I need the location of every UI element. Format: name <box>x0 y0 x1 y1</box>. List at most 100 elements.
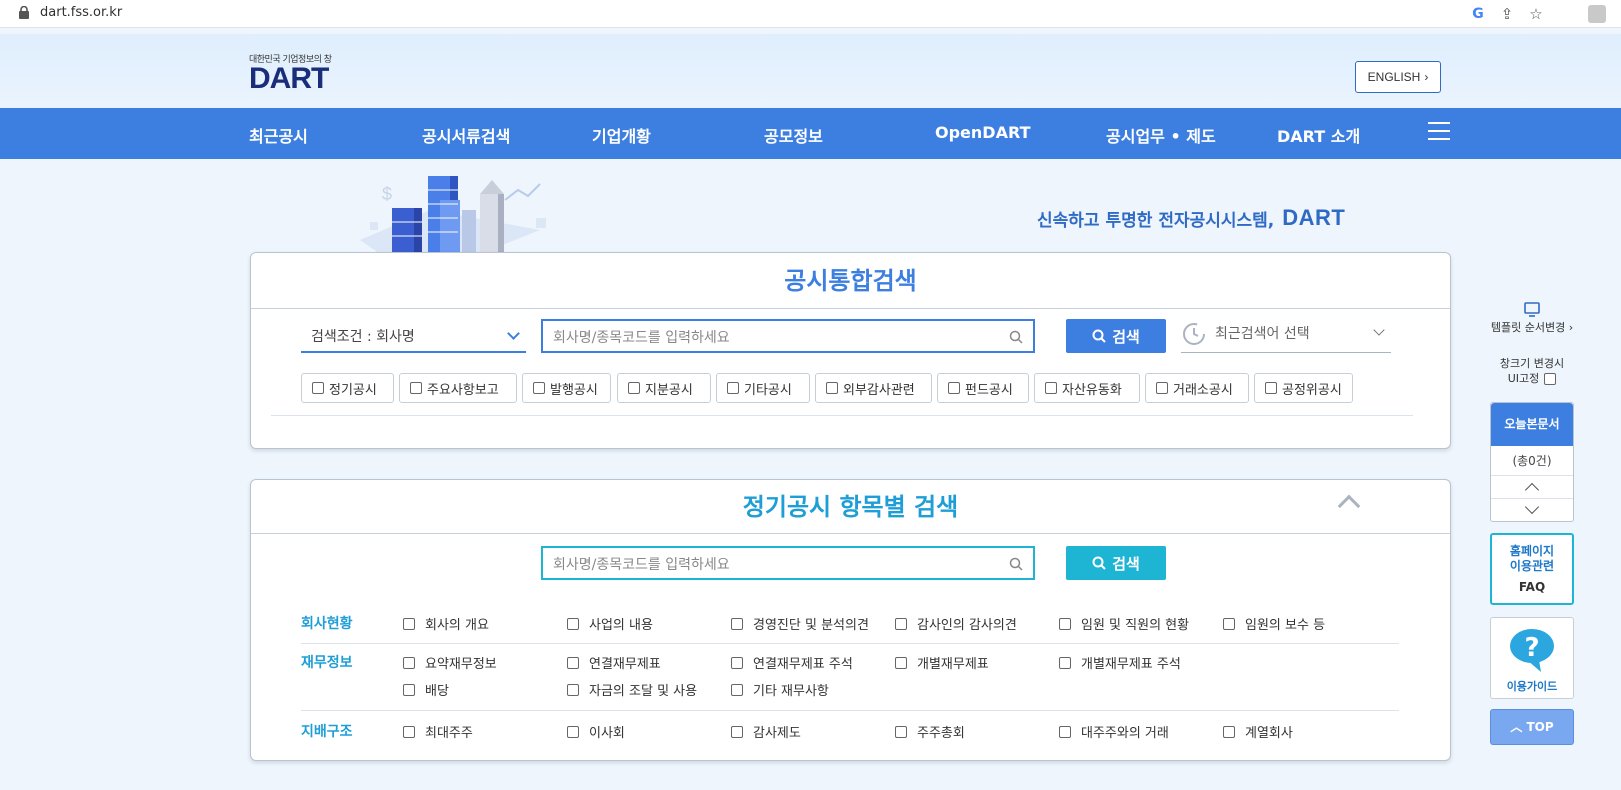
option-item[interactable]: 경영진단 및 분석의견 <box>731 614 869 633</box>
checkbox[interactable] <box>1223 617 1235 630</box>
checkbox[interactable] <box>731 617 743 630</box>
nav-item-disclosure-system[interactable]: 공시업무 • 제도 <box>1106 123 1216 147</box>
option-item[interactable]: 감사제도 <box>731 722 801 741</box>
option-item[interactable]: 요약재무정보 <box>403 653 497 672</box>
nav-item-doc-search[interactable]: 공시서류검색 <box>422 123 510 147</box>
filter-major-report[interactable]: 주요사항보고 <box>399 373 517 403</box>
option-item[interactable]: 임원 및 직원의 현황 <box>1059 614 1189 633</box>
checkbox[interactable] <box>826 382 838 394</box>
checkbox[interactable] <box>567 617 579 630</box>
checkbox[interactable] <box>895 656 907 669</box>
checkbox[interactable] <box>1265 382 1277 394</box>
svg-text:?: ? <box>1524 633 1539 663</box>
scroll-down-button[interactable] <box>1491 499 1573 522</box>
checkbox[interactable] <box>567 725 579 738</box>
option-item[interactable]: 개별재무제표 주석 <box>1059 653 1181 672</box>
group-governance: 지배구조 최대주주 이사회 감사제도 주주총회 대주주와의 거래 계열회사 <box>301 721 1401 745</box>
regular-search-button[interactable]: 검색 <box>1066 546 1166 580</box>
checkbox[interactable] <box>948 382 960 394</box>
checkbox[interactable] <box>895 617 907 630</box>
checkbox[interactable] <box>1059 725 1071 738</box>
nav-item-opendart[interactable]: OpenDART <box>935 123 1030 142</box>
option-item[interactable]: 회사의 개요 <box>403 614 489 633</box>
filter-issuance[interactable]: 발행공시 <box>522 373 611 403</box>
search-button-label: 검색 <box>1112 327 1140 346</box>
search-button[interactable]: 검색 <box>1066 319 1166 353</box>
search-condition-select[interactable]: 검색조건 : 회사명 <box>301 317 526 353</box>
star-icon[interactable]: ☆ <box>1526 4 1546 24</box>
option-item[interactable]: 기타 재무사항 <box>731 680 829 699</box>
filter-equity[interactable]: 지분공시 <box>617 373 711 403</box>
regular-search-input[interactable]: 회사명/종목코드를 입력하세요 <box>541 546 1035 580</box>
checkbox[interactable] <box>403 656 415 669</box>
option-label: 이사회 <box>589 726 625 741</box>
checkbox[interactable] <box>533 382 545 394</box>
option-item[interactable]: 개별재무제표 <box>895 653 989 672</box>
hamburger-menu-icon[interactable] <box>1428 122 1450 140</box>
checkbox[interactable] <box>567 656 579 669</box>
checkbox[interactable] <box>403 683 415 696</box>
option-item[interactable]: 계열회사 <box>1223 722 1293 741</box>
filter-other[interactable]: 기타공시 <box>716 373 810 403</box>
filter-regular[interactable]: 정기공시 <box>301 373 394 403</box>
checkbox[interactable] <box>1059 617 1071 630</box>
user-guide-button[interactable]: ? 이용가이드 <box>1490 617 1574 699</box>
option-item[interactable]: 배당 <box>403 680 449 699</box>
option-item[interactable]: 주주총회 <box>895 722 965 741</box>
dart-logo[interactable]: 대한민국 기업정보의 창 DART <box>249 52 332 94</box>
checkbox[interactable] <box>731 725 743 738</box>
company-search-input[interactable]: 회사명/종목코드를 입력하세요 <box>541 319 1035 353</box>
google-icon[interactable]: G <box>1468 4 1488 24</box>
profile-icon[interactable] <box>1587 4 1607 24</box>
homepage-faq-button[interactable]: 홈페이지 이용관련 FAQ <box>1490 533 1574 605</box>
filter-ftc[interactable]: 공정위공시 <box>1254 373 1353 403</box>
nav-item-about[interactable]: DART 소개 <box>1277 123 1360 147</box>
checkbox[interactable] <box>1223 725 1235 738</box>
scroll-top-button[interactable]: ︿ TOP <box>1490 709 1574 745</box>
option-label: 임원 및 직원의 현황 <box>1081 618 1190 633</box>
fix-ui-checkbox[interactable] <box>1544 372 1557 385</box>
share-icon[interactable]: ⇪ <box>1497 4 1517 24</box>
nav-item-offering[interactable]: 공모정보 <box>764 123 823 147</box>
option-item[interactable]: 감사인의 감사의견 <box>895 614 1017 633</box>
checkbox[interactable] <box>731 656 743 669</box>
english-button[interactable]: ENGLISH › <box>1355 61 1441 93</box>
checkbox[interactable] <box>895 725 907 738</box>
filter-exchange[interactable]: 거래소공시 <box>1145 373 1249 403</box>
address-url[interactable]: dart.fss.or.kr <box>40 5 122 20</box>
checkbox[interactable] <box>410 382 422 394</box>
option-item[interactable]: 연결재무제표 주석 <box>731 653 853 672</box>
option-item[interactable]: 사업의 내용 <box>567 614 653 633</box>
nav-item-company[interactable]: 기업개황 <box>592 123 651 147</box>
option-item[interactable]: 임원의 보수 등 <box>1223 614 1325 633</box>
filter-external-audit[interactable]: 외부감사관련 <box>815 373 932 403</box>
divider <box>301 710 1399 711</box>
checkbox[interactable] <box>731 683 743 696</box>
scroll-up-button[interactable] <box>1491 476 1573 499</box>
recent-search-select[interactable]: 최근검색어 선택 <box>1181 317 1391 353</box>
option-item[interactable]: 대주주와의 거래 <box>1059 722 1169 741</box>
checkbox[interactable] <box>403 617 415 630</box>
svg-text:$: $ <box>382 184 392 204</box>
checkbox[interactable] <box>312 382 324 394</box>
search-icon <box>1009 557 1023 571</box>
option-item[interactable]: 자금의 조달 및 사용 <box>567 680 697 699</box>
checkbox[interactable] <box>1156 382 1168 394</box>
checkbox[interactable] <box>1059 656 1071 669</box>
nav-item-recent[interactable]: 최근공시 <box>249 123 308 147</box>
template-reorder-link[interactable]: 템플릿 순서변경 › <box>1490 302 1574 335</box>
checkbox[interactable] <box>628 382 640 394</box>
checkbox[interactable] <box>567 683 579 696</box>
checkbox[interactable] <box>403 725 415 738</box>
group-label: 재무정보 <box>301 655 353 671</box>
option-item[interactable]: 최대주주 <box>403 722 473 741</box>
group-company-status: 회사현황 회사의 개요 사업의 내용 경영진단 및 분석의견 감사인의 감사의견… <box>301 613 1401 637</box>
filter-securitization[interactable]: 자산유동화 <box>1034 373 1140 403</box>
option-item[interactable]: 연결재무제표 <box>567 653 661 672</box>
chevron-up-icon: ︿ <box>1510 720 1527 734</box>
option-item[interactable]: 이사회 <box>567 722 625 741</box>
checkbox[interactable] <box>1045 382 1057 394</box>
chevron-right-icon: › <box>1565 321 1574 334</box>
checkbox[interactable] <box>727 382 739 394</box>
filter-fund[interactable]: 펀드공시 <box>937 373 1029 403</box>
